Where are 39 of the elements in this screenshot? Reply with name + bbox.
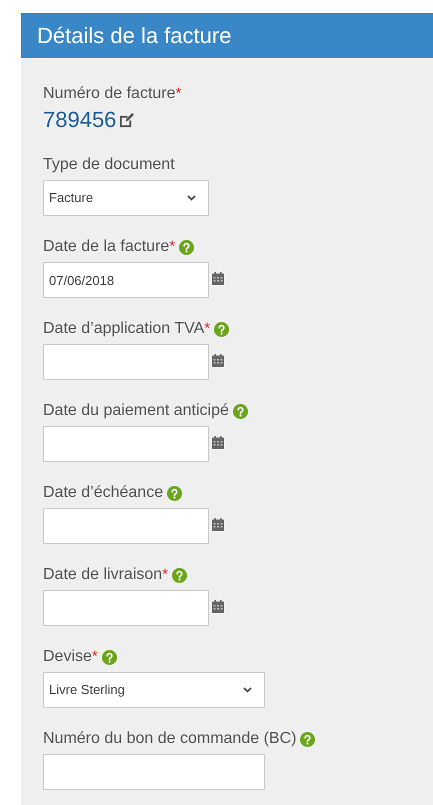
calendar-icon[interactable] [212, 600, 224, 613]
date-field[interactable] [43, 426, 209, 462]
field-label: Date d’échéance [43, 483, 164, 503]
date-field[interactable]: 07/06/2018 [43, 262, 209, 298]
help-icon[interactable] [172, 568, 188, 582]
required-marker: * [169, 237, 176, 257]
required-marker: * [162, 565, 168, 585]
calendar-icon[interactable] [212, 436, 224, 449]
panel-title: Détails de la facture [37, 22, 232, 50]
help-icon[interactable] [179, 240, 194, 254]
calendar-icon[interactable] [212, 354, 224, 367]
text-field[interactable] [43, 754, 265, 790]
dropdown[interactable]: Livre Sterling [43, 672, 265, 708]
invoice-number: 789456 [43, 106, 116, 134]
required-marker: * [204, 319, 210, 339]
edit-icon[interactable] [119, 112, 134, 128]
field-label: Date d’application TVA [43, 319, 204, 339]
help-icon[interactable] [102, 650, 117, 664]
field-label: Numéro du bon de commande (BC) [43, 729, 296, 749]
field-label: Devise [43, 647, 92, 667]
field-label: Date de la facture [43, 237, 170, 257]
chevron-icon [187, 195, 196, 201]
calendar-icon[interactable] [212, 272, 224, 285]
help-icon[interactable] [214, 322, 230, 336]
calendar-icon[interactable] [212, 518, 224, 531]
date-field[interactable] [43, 508, 209, 544]
help-icon[interactable] [232, 404, 248, 418]
dropdown[interactable]: Facture [43, 180, 209, 216]
field-label: Type de document [43, 155, 175, 175]
field-label: Date du paiement anticipé [43, 401, 229, 421]
date-field[interactable] [43, 590, 209, 626]
help-icon[interactable] [300, 732, 316, 746]
field-label: Numéro de facture [43, 84, 176, 104]
date-field[interactable] [43, 344, 209, 380]
field-label: Date de livraison [43, 565, 162, 585]
chevron-icon [243, 687, 252, 693]
help-icon[interactable] [167, 486, 182, 500]
required-marker: * [176, 84, 182, 104]
required-marker: * [92, 647, 98, 667]
